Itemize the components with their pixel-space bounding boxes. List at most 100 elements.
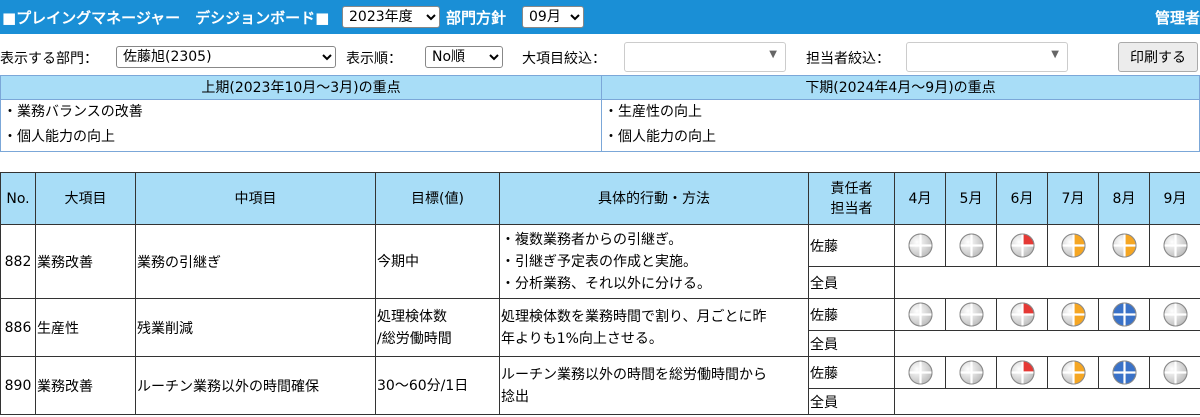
month-mark-cell[interactable] xyxy=(1098,224,1150,267)
month-mark-cell[interactable] xyxy=(894,356,946,389)
progress-mark-icon[interactable] xyxy=(1112,360,1137,385)
top-header-bar: ■プレイングマネージャー デシジョンボード■ 2023年度 部門方針 09月 管… xyxy=(0,0,1200,34)
row-action: ・複数業務者からの引継ぎ。 ・引継ぎ予定表の作成と実施。 ・分析業務、それ以外に… xyxy=(499,224,809,299)
table-row[interactable]: 886 生産性 残業削減 処理検体数 /総労働時間 処理検体数を業務時間で割り、… xyxy=(0,298,1200,357)
progress-mark-icon[interactable] xyxy=(1061,233,1086,258)
decision-table: No. 大項目 中項目 目標(値) 具体的行動・方法 責任者 担当者 4月 5月… xyxy=(0,172,1200,415)
progress-mark-icon[interactable] xyxy=(1010,302,1035,327)
month-mark-cell[interactable] xyxy=(1047,224,1099,267)
month-mark-cell[interactable] xyxy=(945,298,997,331)
action-line: ・複数業務者からの引継ぎ。 xyxy=(501,231,683,248)
month-select[interactable]: 09月 xyxy=(522,6,584,28)
dept-label: 表示する部門： xyxy=(0,51,98,67)
month-mark-cell[interactable] xyxy=(1098,298,1150,331)
print-button[interactable]: 印刷する xyxy=(1118,42,1198,72)
action-line: ルーチン業務以外の時間を総労働時間から xyxy=(501,366,767,383)
assignee-mark-area xyxy=(894,388,1200,415)
col-target: 目標(値) xyxy=(375,172,500,225)
policy-label: 部門方針 xyxy=(446,9,507,27)
progress-mark-icon[interactable] xyxy=(959,360,984,385)
row-no: 882 xyxy=(0,224,36,299)
first-half-title: 上期(2023年10月～3月)の重点 xyxy=(1,76,601,100)
month-mark-cell[interactable] xyxy=(1149,224,1200,267)
assignee-mark-area xyxy=(894,266,1200,299)
major-filter-label: 大項目絞込： xyxy=(522,51,606,67)
target-line: 今期中 xyxy=(377,253,419,270)
month-mark-cell[interactable] xyxy=(945,356,997,389)
action-line: ・引継ぎ予定表の作成と実施。 xyxy=(501,253,697,270)
progress-mark-icon[interactable] xyxy=(1010,360,1035,385)
year-select[interactable]: 2023年度 xyxy=(342,6,440,28)
progress-mark-icon[interactable] xyxy=(1112,302,1137,327)
progress-mark-icon[interactable] xyxy=(1061,302,1086,327)
month-mark-cell[interactable] xyxy=(1098,356,1150,389)
chevron-down-icon: ▼ xyxy=(769,49,777,60)
progress-mark-icon[interactable] xyxy=(908,302,933,327)
month-mark-cell[interactable] xyxy=(894,224,946,267)
progress-mark-icon[interactable] xyxy=(1061,360,1086,385)
col-month: 8月 xyxy=(1098,172,1150,225)
chevron-down-icon: ▼ xyxy=(1051,49,1059,60)
progress-mark-icon[interactable] xyxy=(1163,233,1188,258)
col-month: 6月 xyxy=(996,172,1048,225)
progress-mark-icon[interactable] xyxy=(1112,233,1137,258)
row-responsible: 佐藤 xyxy=(808,356,895,389)
month-mark-cell[interactable] xyxy=(996,224,1048,267)
progress-mark-icon[interactable] xyxy=(959,302,984,327)
second-half-item: ・個人能力の向上 xyxy=(604,129,716,145)
progress-mark-icon[interactable] xyxy=(1163,302,1188,327)
major-filter-combo[interactable]: ▼ xyxy=(624,42,786,72)
row-assignee: 全員 xyxy=(808,266,895,299)
month-mark-cell[interactable] xyxy=(996,356,1048,389)
action-line: 捻出 xyxy=(501,388,529,405)
col-owner-line1: 責任者 xyxy=(830,180,873,197)
row-major: 業務改善 xyxy=(35,224,136,299)
col-month: 9月 xyxy=(1149,172,1200,225)
col-owner-line2: 担当者 xyxy=(830,200,873,217)
progress-mark-icon[interactable] xyxy=(908,360,933,385)
target-line: 30～60分/1日 xyxy=(377,377,469,394)
month-mark-cell[interactable] xyxy=(1149,356,1200,389)
app-title: ■プレイングマネージャー デシジョンボード■ xyxy=(2,9,330,27)
month-mark-cell[interactable] xyxy=(1149,298,1200,331)
action-line: 処理検体数を業務時間で割り、月ごとに昨 xyxy=(501,308,767,325)
row-responsible: 佐藤 xyxy=(808,224,895,267)
month-mark-cell[interactable] xyxy=(945,224,997,267)
col-action: 具体的行動・方法 xyxy=(499,172,809,225)
action-line: 年よりも1%向上させる。 xyxy=(501,330,663,347)
second-half-focus: 下期(2024年4月～9月)の重点 ・生産性の向上 ・個人能力の向上 xyxy=(602,76,1199,151)
row-no: 886 xyxy=(0,298,36,357)
dept-select[interactable]: 佐藤旭(2305) xyxy=(116,46,336,68)
table-row[interactable]: 882 業務改善 業務の引継ぎ 今期中 ・複数業務者からの引継ぎ。 ・引継ぎ予定… xyxy=(0,224,1200,299)
target-line: /総労働時間 xyxy=(377,330,452,347)
row-target: 今期中 xyxy=(375,224,500,299)
progress-mark-icon[interactable] xyxy=(1163,360,1188,385)
row-middle: 業務の引継ぎ xyxy=(135,224,376,299)
progress-mark-icon[interactable] xyxy=(959,233,984,258)
owner-filter-label: 担当者絞込： xyxy=(806,51,890,67)
month-mark-cell[interactable] xyxy=(894,298,946,331)
progress-mark-icon[interactable] xyxy=(1010,233,1035,258)
col-month: 5月 xyxy=(945,172,997,225)
table-row[interactable]: 890 業務改善 ルーチン業務以外の時間確保 30～60分/1日 ルーチン業務以… xyxy=(0,356,1200,415)
row-major: 業務改善 xyxy=(35,356,136,415)
month-mark-cell[interactable] xyxy=(1047,356,1099,389)
month-mark-cell[interactable] xyxy=(1047,298,1099,331)
second-half-title: 下期(2024年4月～9月)の重点 xyxy=(602,76,1199,100)
target-line: 処理検体数 xyxy=(377,308,447,325)
owner-filter-combo[interactable]: ▼ xyxy=(906,42,1068,72)
row-no: 890 xyxy=(0,356,36,415)
order-select[interactable]: No順 xyxy=(425,46,503,68)
assignee-mark-area xyxy=(894,330,1200,357)
order-label: 表示順： xyxy=(346,51,402,67)
row-target: 30～60分/1日 xyxy=(375,356,500,415)
month-mark-cell[interactable] xyxy=(996,298,1048,331)
row-assignee: 全員 xyxy=(808,388,895,415)
row-action: ルーチン業務以外の時間を総労働時間から 捻出 xyxy=(499,356,809,415)
col-owner: 責任者 担当者 xyxy=(808,172,895,225)
admin-label[interactable]: 管理者 xyxy=(1155,7,1200,28)
focus-panel: 上期(2023年10月～3月)の重点 ・業務バランスの改善 ・個人能力の向上 下… xyxy=(0,75,1200,152)
progress-mark-icon[interactable] xyxy=(908,233,933,258)
row-major: 生産性 xyxy=(35,298,136,357)
col-month: 4月 xyxy=(894,172,946,225)
